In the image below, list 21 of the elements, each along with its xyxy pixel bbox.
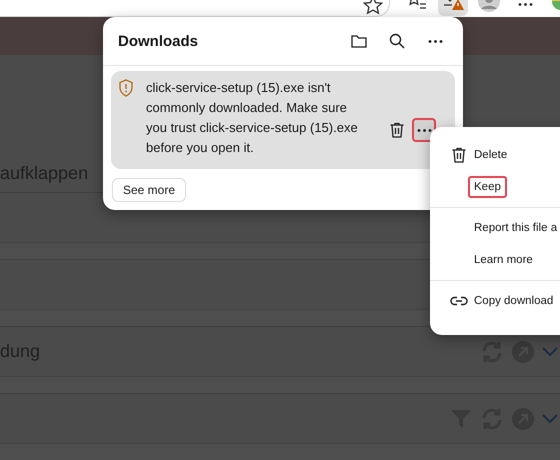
more-icon [428, 40, 442, 42]
star-icon[interactable] [363, 0, 383, 16]
shield-warning-icon [118, 79, 134, 97]
menu-item[interactable]: Delete [468, 144, 514, 166]
chevron-down-icon [542, 346, 558, 356]
search-icon [388, 32, 406, 50]
panel-title: Downloads [118, 32, 200, 50]
menu-item[interactable]: Keep [468, 176, 507, 198]
more-icon [416, 128, 432, 132]
see-more-button[interactable]: See more [112, 178, 186, 202]
trash-icon [450, 146, 468, 164]
refresh-icon [480, 340, 504, 364]
menu-item[interactable]: Learn more [468, 249, 539, 271]
trash-icon [388, 121, 406, 139]
warning-message: click-service-setup (15).exe isn't commonly downloaded. Make sure you trust click-service-setup (15).exe before you open it. [146, 79, 359, 157]
open-icon [512, 340, 534, 362]
menu-item[interactable]: Report this file a [468, 217, 560, 239]
chevron-down-icon [542, 414, 558, 424]
menu-item[interactable]: Copy download [468, 290, 560, 312]
more-options-button[interactable] [412, 118, 436, 142]
more-icon[interactable] [518, 2, 532, 6]
